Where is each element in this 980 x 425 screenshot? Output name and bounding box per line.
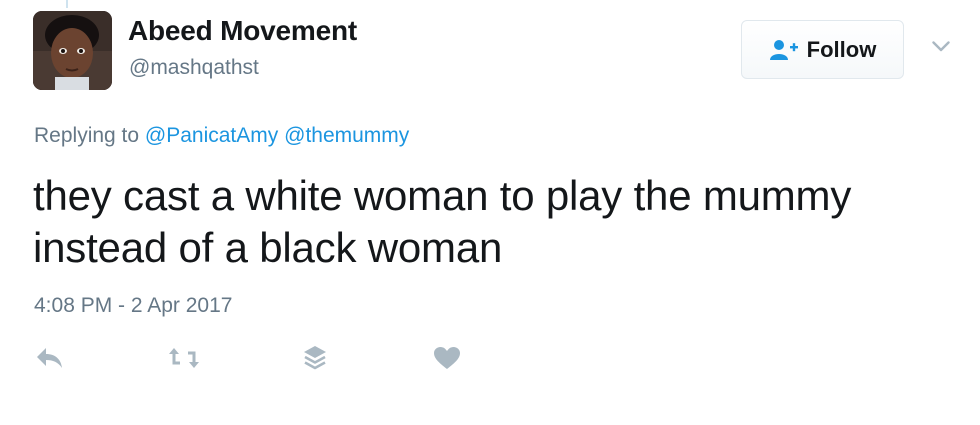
- avatar-image: [33, 11, 112, 90]
- add-user-icon: [769, 39, 799, 61]
- mention-link[interactable]: @PanicatAmy: [145, 124, 278, 147]
- retweet-icon: [166, 346, 202, 375]
- avatar[interactable]: [33, 11, 112, 90]
- tweet-card: Abeed Movement @mashqathst Follow Replyi…: [0, 0, 980, 425]
- heart-icon: [433, 346, 461, 375]
- follow-button-label: Follow: [806, 36, 877, 62]
- reply-context-prefix: Replying to: [34, 124, 140, 147]
- tweet-timestamp[interactable]: 4:08 PM - 2 Apr 2017: [34, 294, 232, 318]
- tweet-text: they cast a white woman to play the mumm…: [33, 172, 852, 271]
- mention-link[interactable]: @themummy: [284, 124, 409, 147]
- retweet-button[interactable]: [164, 343, 204, 377]
- reply-icon: [35, 346, 65, 375]
- stack-button[interactable]: [298, 343, 332, 377]
- follow-button[interactable]: Follow: [741, 20, 904, 79]
- reply-context: Replying to @PanicatAmy @themummy: [34, 124, 409, 148]
- user-display-name[interactable]: Abeed Movement: [128, 15, 357, 47]
- like-button[interactable]: [430, 343, 464, 377]
- layers-icon: [302, 344, 328, 377]
- chevron-down-icon: [932, 39, 950, 57]
- tweet-actions: [0, 343, 980, 377]
- more-options-button[interactable]: [928, 38, 954, 58]
- user-handle[interactable]: @mashqathst: [129, 56, 259, 80]
- thread-connector-line: [66, 0, 68, 8]
- reply-button[interactable]: [33, 343, 67, 377]
